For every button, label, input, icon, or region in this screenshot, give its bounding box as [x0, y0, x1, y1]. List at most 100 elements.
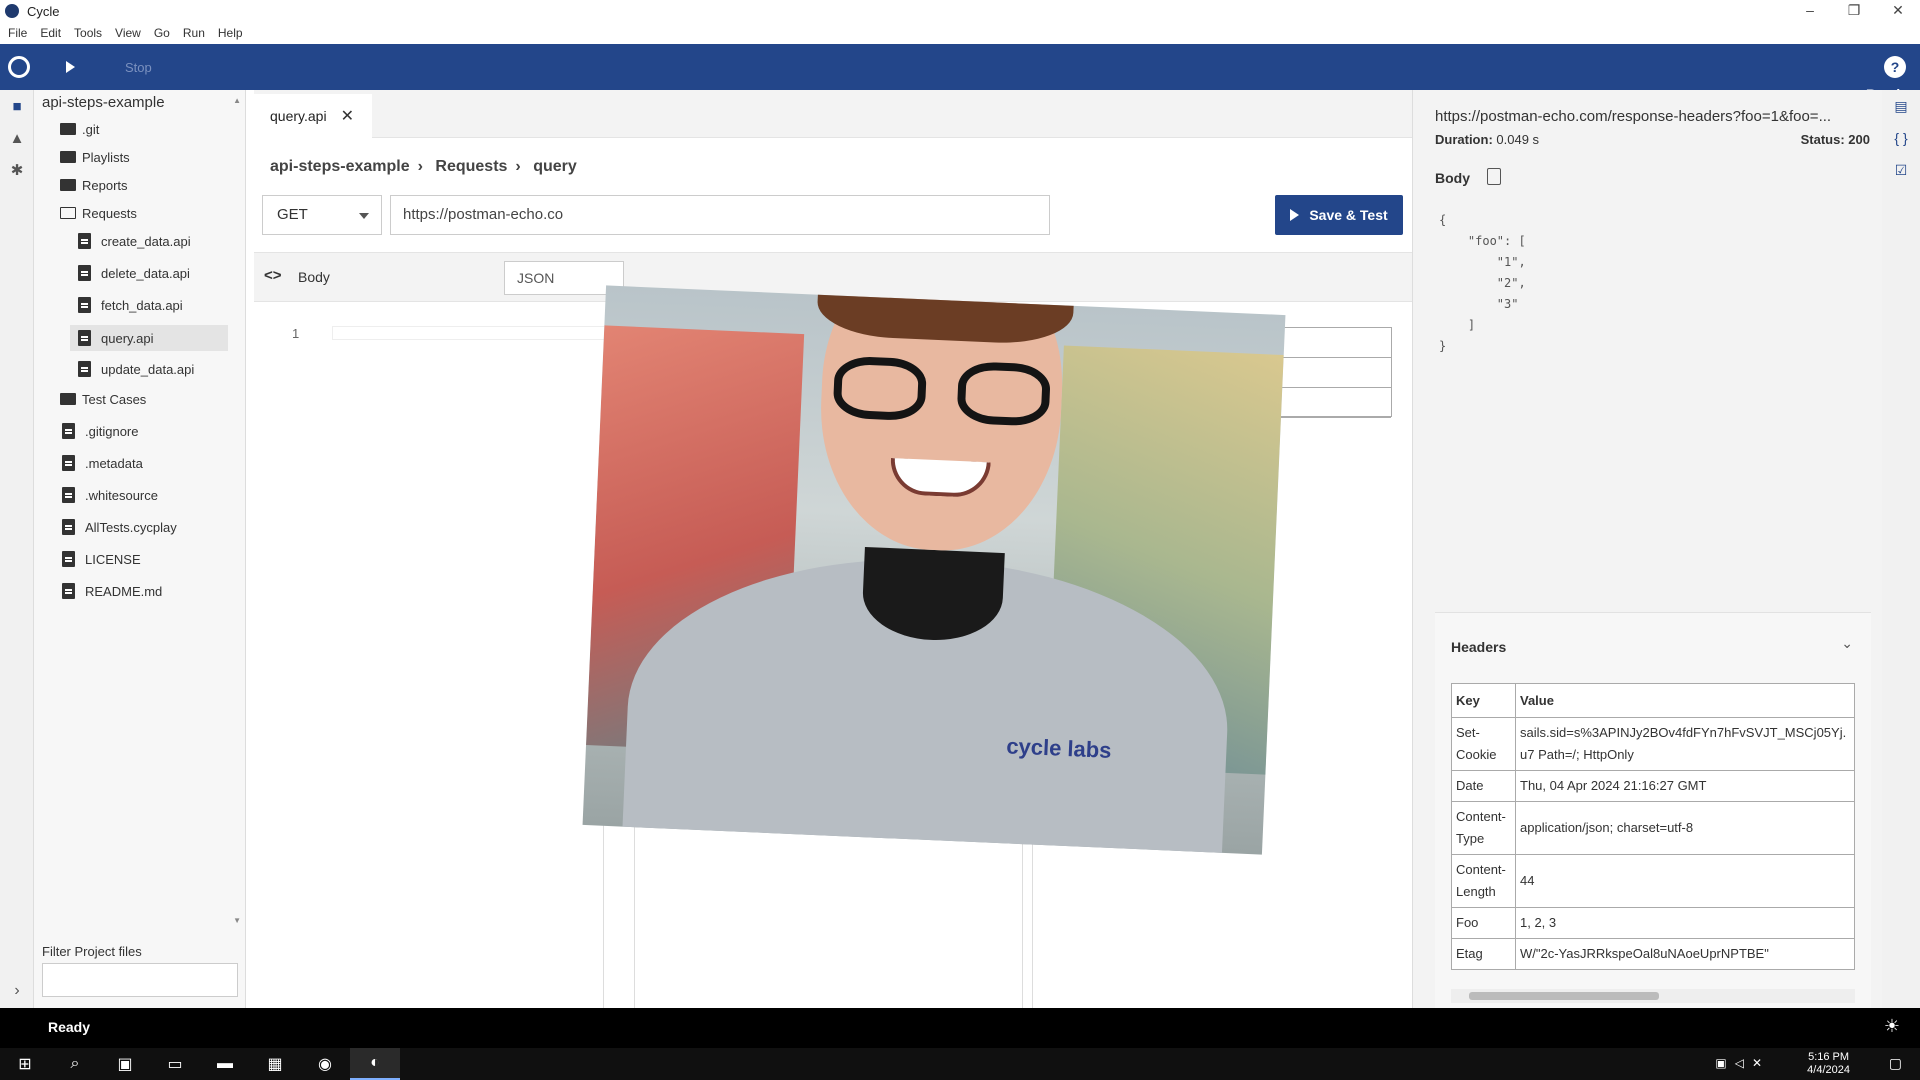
breadcrumb-separator-icon: › [515, 158, 521, 175]
menu-edit[interactable]: Edit [40, 26, 61, 40]
tree-folder-requests[interactable]: Requests [60, 202, 137, 224]
status-bar-text: Ready [48, 1019, 91, 1035]
search-icon[interactable]: ⌕ [50, 1048, 100, 1080]
stop-button[interactable]: Stop [125, 60, 152, 75]
run-icon[interactable] [66, 61, 75, 73]
tree-item-label: fetch_data.api [101, 297, 183, 313]
activity-bar: ■ ▲ ✱ › [0, 90, 34, 1008]
menu-view[interactable]: View [115, 26, 141, 40]
header-key: Etag [1451, 938, 1516, 970]
expand-panel-chevron-icon[interactable]: › [0, 982, 34, 1000]
cycle-logo-icon [8, 56, 30, 78]
breadcrumb-requests[interactable]: Requests [435, 158, 507, 175]
help-icon[interactable]: ? [1884, 56, 1906, 78]
cycle-app-taskbar-icon[interactable]: ◐ [350, 1048, 400, 1080]
menu-tools[interactable]: Tools [74, 26, 102, 40]
table-row: Content-Length 44 [1451, 854, 1855, 908]
file-explorer-icon[interactable]: ▭ [150, 1048, 200, 1080]
menu-file[interactable]: File [8, 26, 27, 40]
tree-folder-git[interactable]: .git [60, 118, 99, 140]
task-view-icon[interactable]: ▣ [100, 1048, 150, 1080]
restore-button[interactable]: ❐ [1832, 0, 1876, 22]
notification-center-icon[interactable]: ▢ [1889, 1055, 1902, 1072]
clock[interactable]: 5:16 PM 4/4/2024 [1807, 1051, 1850, 1077]
response-json-body: { "foo": [ "1", "2", "3" ] } [1439, 213, 1526, 353]
chrome-browser-icon[interactable]: ◉ [300, 1048, 350, 1080]
save-and-test-button[interactable]: Save & Test [1275, 195, 1403, 235]
table-row: Content-Type application/json; charset=u… [1451, 801, 1855, 855]
tab-query-api[interactable]: query.api ✕ [254, 94, 372, 138]
horizontal-scrollbar[interactable] [1451, 989, 1855, 1003]
menu-go[interactable]: Go [154, 26, 170, 40]
notifications-bell-icon[interactable]: ▲ [0, 122, 34, 154]
terminal-icon[interactable]: ▬ [200, 1048, 250, 1080]
theme-toggle-sun-icon[interactable]: ☀ [1884, 1016, 1900, 1037]
project-root[interactable]: api-steps-example [34, 90, 245, 114]
folder-icon [60, 179, 76, 191]
tree-file-update-data[interactable]: update_data.api [78, 358, 194, 380]
http-method-select[interactable]: GET [262, 195, 382, 235]
tree-folder-test-cases[interactable]: Test Cases [60, 388, 146, 410]
header-key: Date [1451, 770, 1516, 802]
header-value: sails.sid=s%3APINJy2BOv4fdFYn7hFvSVJT_MS… [1515, 717, 1855, 771]
breadcrumb-query[interactable]: query [533, 158, 577, 175]
tree-file-alltests[interactable]: AllTests.cycplay [62, 516, 177, 538]
tree-item-label: AllTests.cycplay [85, 519, 177, 535]
play-icon [1290, 209, 1300, 221]
copy-icon[interactable] [1487, 168, 1501, 185]
checklist-icon[interactable]: ☑ [1882, 154, 1920, 186]
tree-folder-reports[interactable]: Reports [60, 174, 128, 196]
scroll-up-icon[interactable]: ▲ [233, 96, 241, 105]
cycle-labs-logo: cycle labs [1005, 733, 1113, 763]
tree-file-gitignore[interactable]: .gitignore [62, 420, 138, 442]
close-tab-icon[interactable]: ✕ [341, 106, 354, 126]
tree-item-label: Test Cases [82, 391, 147, 407]
response-status: Status: 200 [1801, 132, 1870, 147]
tree-item-label: LICENSE [85, 551, 141, 567]
tree-item-label: Playlists [82, 149, 130, 165]
tree-file-metadata[interactable]: .metadata [62, 452, 143, 474]
spreadsheet-icon[interactable]: ▦ [250, 1048, 300, 1080]
request-url-input[interactable]: https://postman-echo.co [390, 195, 1050, 235]
tree-file-license[interactable]: LICENSE [62, 548, 141, 570]
breadcrumb-project[interactable]: api-steps-example [270, 158, 410, 175]
tree-item-label: query.api [101, 330, 154, 346]
save-test-label: Save & Test [1309, 207, 1388, 223]
tab-label: query.api [270, 108, 327, 124]
file-icon [78, 330, 91, 346]
scroll-down-icon[interactable]: ▼ [233, 916, 241, 925]
tree-file-fetch-data[interactable]: fetch_data.api [78, 294, 183, 316]
code-braces-icon[interactable]: { } [1882, 122, 1920, 154]
folder-icon [60, 393, 76, 405]
clock-date: 4/4/2024 [1807, 1064, 1850, 1076]
windows-start-icon[interactable]: ⊞ [0, 1048, 50, 1080]
tree-folder-playlists[interactable]: Playlists [60, 146, 130, 168]
scrollbar-thumb[interactable] [1469, 992, 1659, 1000]
tree-file-query[interactable]: query.api [70, 325, 228, 351]
filter-project-input[interactable] [42, 963, 238, 997]
file-icon [78, 265, 91, 281]
dropdown-caret-icon [359, 213, 369, 219]
tree-file-delete-data[interactable]: delete_data.api [78, 262, 190, 284]
tree-file-whitesource[interactable]: .whitesource [62, 484, 158, 506]
column-header-value: Value [1515, 683, 1855, 718]
explorer-folder-icon[interactable]: ■ [0, 90, 34, 122]
tree-file-readme[interactable]: README.md [62, 580, 162, 602]
tree-item-label: .metadata [85, 455, 143, 471]
presenter-glasses [832, 355, 1052, 428]
docs-book-icon[interactable]: ▤ [1882, 90, 1920, 122]
title-bar: Cycle – ❐ ✕ [0, 0, 1920, 22]
tab-strip: query.api ✕ [254, 90, 1412, 138]
tree-file-create-data[interactable]: create_data.api [78, 230, 191, 252]
tree-item-label: Reports [82, 177, 128, 193]
menu-help[interactable]: Help [218, 26, 243, 40]
header-value: 44 [1515, 854, 1855, 908]
minimize-button[interactable]: – [1788, 0, 1832, 22]
settings-gear-icon[interactable]: ✱ [0, 154, 34, 186]
menu-run[interactable]: Run [183, 26, 205, 40]
close-window-button[interactable]: ✕ [1876, 0, 1920, 22]
system-tray-icons[interactable]: ▣◁✕ [1715, 1056, 1770, 1070]
chevron-down-icon[interactable]: ⌄ [1841, 635, 1853, 652]
method-value: GET [277, 206, 308, 223]
file-icon [78, 297, 91, 313]
